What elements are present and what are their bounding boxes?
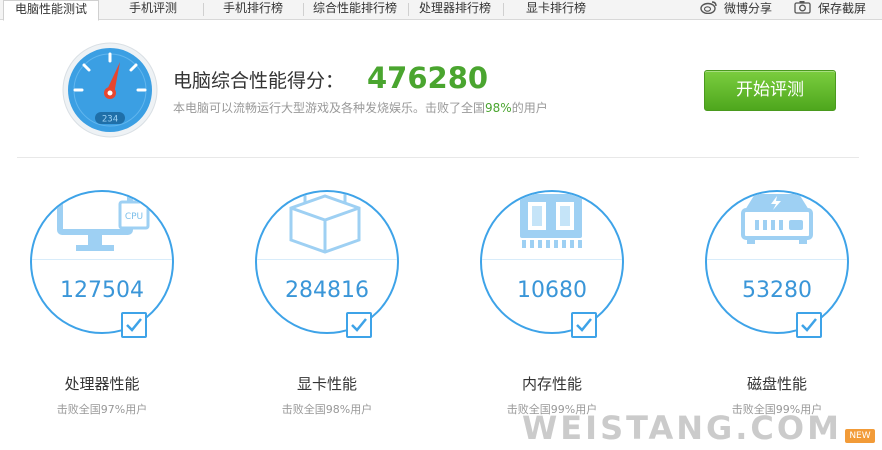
- score-description: 本电脑可以流畅运行大型游戏及各种发烧娱乐。击败了全国98%的用户: [173, 99, 548, 116]
- section-divider: [17, 157, 859, 158]
- new-badge: NEW: [845, 429, 875, 443]
- tab-label: 手机评测: [128, 1, 177, 15]
- tab-label: 电脑性能测试: [14, 2, 87, 16]
- gpu-performance-label: 显卡性能: [296, 375, 357, 393]
- weibo-share-label: 微博分享: [724, 1, 773, 16]
- checkbox-checked-icon: [121, 312, 147, 338]
- score-ring: 53280: [705, 190, 849, 334]
- gpu-score: 284816: [285, 278, 369, 303]
- score-description-percent: 98%: [485, 101, 512, 115]
- tab-label: 综合性能排行榜: [312, 1, 397, 15]
- tab-cpu-ranking[interactable]: 处理器排行榜: [412, 0, 498, 20]
- tab-separator: [503, 3, 504, 16]
- site-watermark: WEISTANG.COM: [522, 409, 842, 447]
- gpu-performance-card: 284816 显卡性能 击败全国98%用户: [227, 170, 427, 430]
- tab-phone-review[interactable]: 手机评测: [108, 0, 198, 20]
- memory-performance-card: 10680 内存性能 击败全国99%用户: [452, 170, 652, 430]
- score-description-suffix: 的用户: [511, 101, 548, 115]
- cpu-performance-label: 处理器性能: [64, 375, 140, 393]
- score-ring: CPU 127504: [30, 190, 174, 334]
- checkbox-checked-icon: [796, 312, 822, 338]
- weibo-share-button[interactable]: 微博分享: [700, 0, 772, 20]
- start-test-button[interactable]: 开始评测: [704, 70, 836, 111]
- checkbox-checked-icon: [346, 312, 372, 338]
- score-title: 电脑综合性能得分：: [173, 70, 345, 92]
- tab-gpu-ranking[interactable]: 显卡排行榜: [510, 0, 602, 20]
- total-score: 476280: [367, 61, 489, 95]
- disk-performance-card: 53280 磁盘性能 击败全国99%用户: [677, 170, 877, 430]
- tab-phone-ranking[interactable]: 手机排行榜: [208, 0, 298, 20]
- tab-label: 手机排行榜: [222, 1, 283, 15]
- ring-divider: [32, 259, 172, 260]
- tab-separator: [408, 3, 409, 16]
- checkbox-checked-icon: [571, 312, 597, 338]
- tab-separator: [203, 3, 204, 16]
- ring-divider: [707, 259, 847, 260]
- tab-bar: 电脑性能测试 手机评测 手机排行榜 综合性能排行榜 处理器排行榜 显卡排行榜 微…: [0, 0, 882, 21]
- score-ring: 284816: [255, 190, 399, 334]
- tab-separator: [303, 3, 304, 16]
- cube-icon: [279, 192, 379, 256]
- gauge-readout: 234: [102, 115, 118, 125]
- weibo-icon: [700, 0, 718, 18]
- save-screenshot-label: 保存截屏: [818, 1, 867, 16]
- save-screenshot-button[interactable]: 保存截屏: [794, 0, 866, 20]
- memory-score: 10680: [517, 278, 587, 303]
- tab-label: 显卡排行榜: [525, 1, 586, 15]
- camera-icon: [794, 0, 812, 18]
- score-ring: 10680: [480, 190, 624, 334]
- ring-divider: [482, 259, 622, 260]
- tab-overall-ranking[interactable]: 综合性能排行榜: [307, 0, 403, 20]
- speedometer-gauge-icon: 234: [62, 42, 158, 138]
- ring-divider: [257, 259, 397, 260]
- cpu-performance-card: CPU 127504 处理器性能 击败全国97%用户: [2, 170, 202, 430]
- cpu-score: 127504: [60, 278, 144, 303]
- disk-performance-label: 磁盘性能: [746, 375, 807, 393]
- memory-chip-icon: [504, 192, 604, 256]
- tab-label: 处理器排行榜: [418, 1, 491, 15]
- score-description-text: 本电脑可以流畅运行大型游戏及各种发烧娱乐。击败了全国: [173, 101, 486, 115]
- memory-performance-label: 内存性能: [521, 375, 582, 393]
- monitor-cpu-icon: CPU: [54, 192, 154, 256]
- cpu-beat-percent: 击败全国97%用户: [56, 403, 148, 416]
- cpu-chip-label: CPU: [125, 212, 143, 222]
- gpu-beat-percent: 击败全国98%用户: [281, 403, 373, 416]
- tab-pc-performance[interactable]: 电脑性能测试: [3, 0, 99, 21]
- hard-disk-icon: [729, 192, 829, 256]
- disk-score: 53280: [742, 278, 812, 303]
